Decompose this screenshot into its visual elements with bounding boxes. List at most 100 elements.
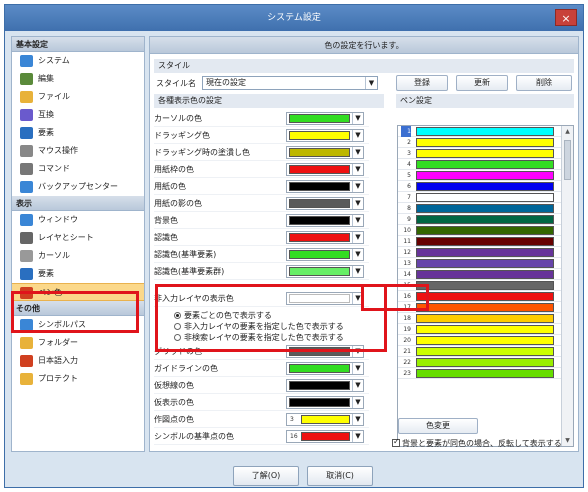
scroll-thumb[interactable] [564, 140, 571, 180]
nav-item-1-1[interactable]: レイヤとシート [12, 229, 144, 247]
checkbox-checked-icon[interactable] [392, 437, 400, 447]
color-select[interactable]: ▼ [286, 214, 364, 227]
nav-item-1-0[interactable]: ウィンドウ [12, 211, 144, 229]
style-name-select[interactable]: 現在の設定 ▼ [202, 76, 378, 90]
color-select[interactable]: ▼ [286, 379, 364, 392]
color-select[interactable]: 16 ▼ [286, 430, 364, 443]
color-select[interactable]: ▼ [286, 362, 364, 375]
color-swatch [289, 199, 350, 208]
style-name-value: 現在の設定 [206, 78, 246, 87]
register-button[interactable]: 登録 [396, 75, 448, 91]
scroll-up-icon[interactable]: ▲ [562, 126, 573, 137]
color-row-label: 認識色(基準要素) [154, 250, 217, 259]
nav-item-0-2[interactable]: ファイル [12, 88, 144, 106]
close-button[interactable]: × [555, 9, 577, 26]
compat-icon [20, 109, 33, 121]
pen-row[interactable]: 18 [398, 313, 573, 324]
pen-row[interactable]: 12 [398, 247, 573, 258]
color-select[interactable]: ▼ [286, 112, 364, 125]
color-select[interactable]: ▼ [286, 231, 364, 244]
folder-icon [20, 337, 33, 349]
chevron-down-icon: ▼ [352, 181, 363, 192]
nav-item-0-4[interactable]: 要素 [12, 124, 144, 142]
color-swatch [289, 233, 350, 242]
color-select[interactable]: ▼ [286, 163, 364, 176]
color-select[interactable]: ▼ [286, 248, 364, 261]
pen-row[interactable]: 1 [398, 126, 573, 137]
nav-item-0-6[interactable]: コマンド [12, 160, 144, 178]
color-row: シンボルの基準点の色 16 ▼ [154, 429, 369, 445]
chevron-down-icon: ▼ [352, 232, 363, 243]
chevron-down-icon: ▼ [352, 266, 363, 277]
nav-item-0-0[interactable]: システム [12, 52, 144, 70]
pen-rows: 1 2 3 4 5 6 7 8 9 10 11 12 13 14 15 16 17 18 19 20 21 22 23 [398, 126, 573, 379]
pen-color-swatch [416, 237, 554, 246]
nav-item-0-7[interactable]: バックアップセンター [12, 178, 144, 196]
pen-row[interactable]: 8 [398, 203, 573, 214]
ok-button[interactable]: 了解(O) [233, 466, 299, 486]
pen-color-swatch [416, 369, 554, 378]
nav-item-0-1[interactable]: 編集 [12, 70, 144, 88]
style-name-label: スタイル名 [156, 79, 196, 88]
pencil-icon [20, 73, 33, 85]
category-list-basic: システム 編集 ファイル 互換 要素 マウス操作 コマンド バックアップセンター [12, 52, 144, 196]
pen-row[interactable]: 21 [398, 346, 573, 357]
pen-list-scrollbar[interactable]: ▲ ▼ [561, 126, 573, 446]
change-color-button[interactable]: 色変更 [398, 418, 478, 434]
pen-row[interactable]: 7 [398, 192, 573, 203]
pen-row[interactable]: 5 [398, 170, 573, 181]
color-select[interactable]: ▼ [286, 396, 364, 409]
pen-row[interactable]: 11 [398, 236, 573, 247]
color-row-label: ドラッギング色 [154, 131, 210, 140]
pen-color-swatch [416, 171, 554, 180]
chevron-down-icon: ▼ [352, 164, 363, 175]
color-row: 認識色 ▼ [154, 230, 369, 246]
pen-row[interactable]: 23 [398, 368, 573, 379]
nav-item-2-1[interactable]: フォルダー [12, 334, 144, 352]
color-select[interactable]: ▼ [286, 180, 364, 193]
nav-item-label: 日本語入力 [38, 356, 78, 365]
highlight-nav-pen-color [11, 291, 139, 333]
pen-number: 6 [407, 183, 411, 190]
color-swatch [289, 381, 350, 390]
delete-button[interactable]: 削除 [516, 75, 572, 91]
pen-row[interactable]: 9 [398, 214, 573, 225]
pen-row[interactable]: 20 [398, 335, 573, 346]
pen-row[interactable]: 14 [398, 269, 573, 280]
color-row: 用紙枠の色 ▼ [154, 162, 369, 178]
pen-row[interactable]: 3 [398, 148, 573, 159]
nav-item-0-5[interactable]: マウス操作 [12, 142, 144, 160]
pen-row[interactable]: 6 [398, 181, 573, 192]
color-row-label: 用紙の色 [154, 182, 186, 191]
cancel-button[interactable]: 取消(C) [307, 466, 373, 486]
scroll-down-icon[interactable]: ▼ [562, 435, 573, 446]
color-select[interactable]: 3 ▼ [286, 413, 364, 426]
pen-row[interactable]: 22 [398, 357, 573, 368]
pen-row[interactable]: 19 [398, 324, 573, 335]
mouse-icon [20, 145, 33, 157]
color-select[interactable]: ▼ [286, 265, 364, 278]
pen-row[interactable]: 13 [398, 258, 573, 269]
nav-item-1-3[interactable]: 要素 [12, 265, 144, 283]
nav-item-0-3[interactable]: 互換 [12, 106, 144, 124]
color-select[interactable]: ▼ [286, 129, 364, 142]
color-swatch [289, 148, 350, 157]
nav-item-2-3[interactable]: プロテクト [12, 370, 144, 388]
chevron-down-icon: ▼ [352, 198, 363, 209]
pen-color-swatch [416, 270, 554, 279]
pen-row[interactable]: 10 [398, 225, 573, 236]
color-select[interactable]: ▼ [286, 197, 364, 210]
category-header-basic: 基本設定 [12, 37, 144, 52]
lock-icon [20, 373, 33, 385]
update-button[interactable]: 更新 [456, 75, 508, 91]
invert-checkbox-row[interactable]: 背景と要素が同色の場合、反転して表示する [392, 437, 562, 449]
pen-row[interactable]: 4 [398, 159, 573, 170]
pen-row[interactable]: 2 [398, 137, 573, 148]
color-select[interactable]: ▼ [286, 146, 364, 159]
color-number: 3 [290, 416, 294, 423]
nav-item-2-2[interactable]: 日本語入力 [12, 352, 144, 370]
color-row: 認識色(基準要素) ▼ [154, 247, 369, 263]
color-row-label: 認識色(基準要素群) [154, 267, 225, 276]
nav-item-1-2[interactable]: カーソル [12, 247, 144, 265]
color-row-label: 仮表示の色 [154, 398, 194, 407]
